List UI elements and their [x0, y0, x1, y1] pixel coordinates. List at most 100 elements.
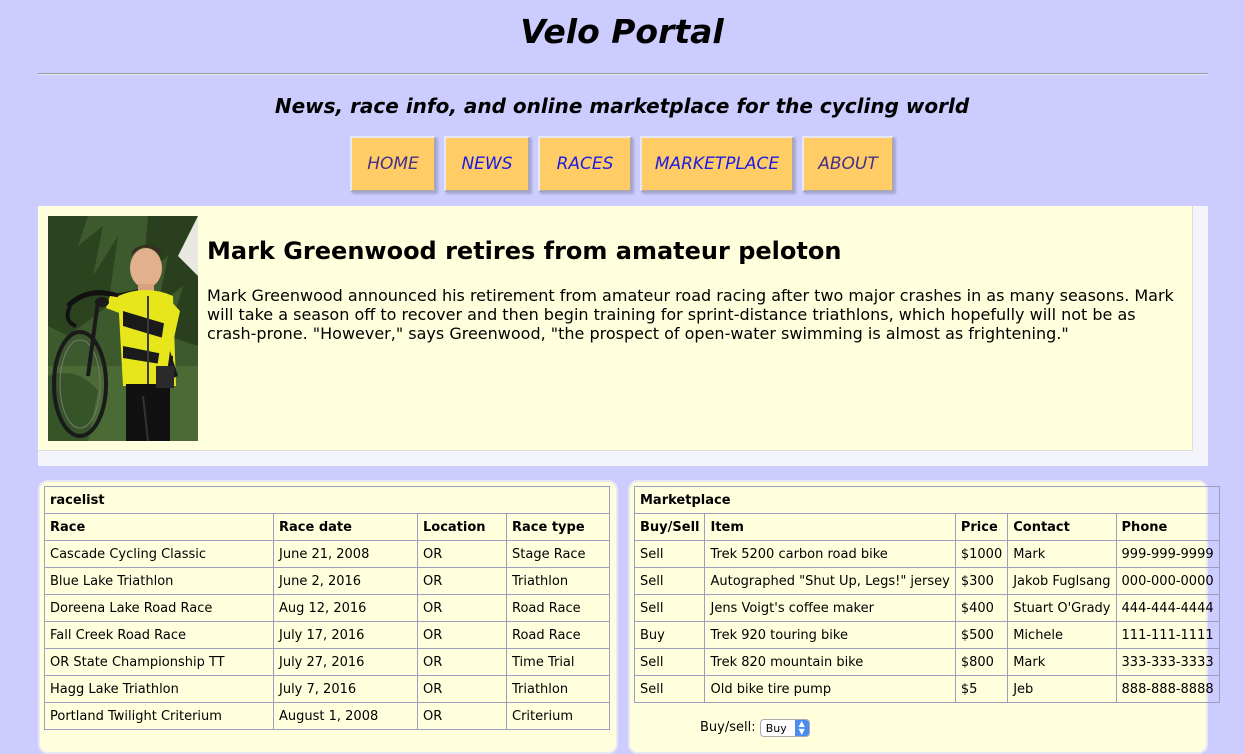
listing-contact: Mark [1008, 541, 1117, 568]
table-row: Sell Trek 5200 carbon road bike $1000 Ma… [635, 541, 1220, 568]
race-name: Blue Lake Triathlon [45, 568, 274, 595]
race-date: Aug 12, 2016 [274, 595, 418, 622]
racelist-caption-row: racelist [45, 487, 610, 514]
table-row: Sell Autographed "Shut Up, Legs!" jersey… [635, 568, 1220, 595]
table-row: Hagg Lake Triathlon July 7, 2016 OR Tria… [45, 676, 610, 703]
listing-phone: 888-888-8888 [1116, 676, 1220, 703]
listing-contact: Mark [1008, 649, 1117, 676]
listing-type: Sell [635, 568, 706, 595]
buy-sell-select[interactable]: Buy ▲ ▼ [759, 719, 810, 737]
race-location: OR [418, 703, 507, 730]
listing-phone: 333-333-3333 [1116, 649, 1220, 676]
col-price: Price [955, 514, 1009, 541]
listing-item: Autographed "Shut Up, Legs!" jersey [705, 568, 956, 595]
listing-phone: 999-999-9999 [1116, 541, 1220, 568]
race-name: Fall Creek Road Race [45, 622, 274, 649]
col-contact: Contact [1008, 514, 1117, 541]
col-phone: Phone [1116, 514, 1220, 541]
buy-sell-selected-value: Buy [765, 722, 787, 735]
site-tagline: News, race info, and online marketplace … [274, 94, 970, 118]
marketplace-caption: Marketplace [635, 487, 1220, 514]
buy-sell-form: Buy/sell: Buy ▲ ▼ [700, 718, 810, 739]
race-location: OR [418, 622, 507, 649]
race-type: Stage Race [507, 541, 610, 568]
marketplace-caption-row: Marketplace [635, 487, 1220, 514]
feature-container: Mark Greenwood retires from amateur pelo… [38, 206, 1208, 466]
listing-phone: 444-444-4444 [1116, 595, 1220, 622]
listing-item: Trek 920 touring bike [705, 622, 956, 649]
race-location: OR [418, 595, 507, 622]
listing-type: Buy [635, 622, 706, 649]
site-title: Velo Portal [520, 12, 724, 51]
race-name: Cascade Cycling Classic [45, 541, 274, 568]
race-date: August 1, 2008 [274, 703, 418, 730]
col-race-date: Race date [274, 514, 418, 541]
race-type: Time Trial [507, 649, 610, 676]
feature-story: Mark Greenwood retires from amateur pelo… [38, 206, 1193, 451]
feature-headline: Mark Greenwood retires from amateur pelo… [207, 237, 842, 265]
race-name: OR State Championship TT [45, 649, 274, 676]
table-row: Sell Old bike tire pump $5 Jeb 888-888-8… [635, 676, 1220, 703]
listing-item: Old bike tire pump [705, 676, 956, 703]
race-type: Criterium [507, 703, 610, 730]
race-date: July 27, 2016 [274, 649, 418, 676]
race-type: Triathlon [507, 568, 610, 595]
listing-price: $400 [955, 595, 1009, 622]
listing-type: Sell [635, 676, 706, 703]
listing-contact: Michele [1008, 622, 1117, 649]
col-race-type: Race type [507, 514, 610, 541]
header-divider [38, 73, 1208, 75]
racelist-header-row: Race Race date Location Race type [45, 514, 610, 541]
nav-marketplace-link[interactable]: MARKETPLACE [640, 136, 794, 192]
race-date: July 17, 2016 [274, 622, 418, 649]
buy-sell-label: Buy/sell: [700, 720, 756, 735]
nav-races-link[interactable]: RACES [538, 136, 632, 192]
marketplace-header-row: Buy/Sell Item Price Contact Phone [635, 514, 1220, 541]
table-row: Blue Lake Triathlon June 2, 2016 OR Tria… [45, 568, 610, 595]
listing-type: Sell [635, 541, 706, 568]
race-date: July 7, 2016 [274, 676, 418, 703]
marketplace-table: Marketplace Buy/Sell Item Price Contact … [634, 486, 1220, 703]
table-row: Fall Creek Road Race July 17, 2016 OR Ro… [45, 622, 610, 649]
listing-price: $300 [955, 568, 1009, 595]
up-down-chevron-icon: ▲ ▼ [794, 720, 809, 736]
listing-type: Sell [635, 595, 706, 622]
listing-item: Trek 820 mountain bike [705, 649, 956, 676]
col-race: Race [45, 514, 274, 541]
feature-photo [48, 216, 198, 441]
marketplace-panel: Marketplace Buy/Sell Item Price Contact … [628, 480, 1220, 754]
table-row: Buy Trek 920 touring bike $500 Michele 1… [635, 622, 1220, 649]
race-name: Hagg Lake Triathlon [45, 676, 274, 703]
listing-price: $5 [955, 676, 1009, 703]
listing-price: $500 [955, 622, 1009, 649]
col-buy-sell: Buy/Sell [635, 514, 706, 541]
listing-type: Sell [635, 649, 706, 676]
listing-phone: 111-111-1111 [1116, 622, 1220, 649]
listing-price: $800 [955, 649, 1009, 676]
race-location: OR [418, 676, 507, 703]
table-row: Doreena Lake Road Race Aug 12, 2016 OR R… [45, 595, 610, 622]
race-location: OR [418, 649, 507, 676]
listing-item: Trek 5200 carbon road bike [705, 541, 956, 568]
listing-price: $1000 [955, 541, 1009, 568]
race-name: Doreena Lake Road Race [45, 595, 274, 622]
main-nav: HOME NEWS RACES MARKETPLACE ABOUT [0, 136, 1244, 192]
table-row: Portland Twilight Criterium August 1, 20… [45, 703, 610, 730]
race-location: OR [418, 541, 507, 568]
table-row: OR State Championship TT July 27, 2016 O… [45, 649, 610, 676]
table-row: Sell Jens Voigt's coffee maker $400 Stua… [635, 595, 1220, 622]
nav-about-link[interactable]: ABOUT [802, 136, 894, 192]
nav-home-link[interactable]: HOME [350, 136, 436, 192]
racelist-panel: racelist Race Race date Location Race ty… [38, 480, 618, 754]
table-row: Sell Trek 820 mountain bike $800 Mark 33… [635, 649, 1220, 676]
listing-contact: Stuart O'Grady [1008, 595, 1117, 622]
col-item: Item [705, 514, 956, 541]
feature-body: Mark Greenwood announced his retirement … [207, 286, 1174, 343]
racelist-caption: racelist [45, 487, 610, 514]
race-date: June 21, 2008 [274, 541, 418, 568]
race-type: Road Race [507, 595, 610, 622]
col-location: Location [418, 514, 507, 541]
listing-item: Jens Voigt's coffee maker [705, 595, 956, 622]
nav-news-link[interactable]: NEWS [444, 136, 530, 192]
race-date: June 2, 2016 [274, 568, 418, 595]
